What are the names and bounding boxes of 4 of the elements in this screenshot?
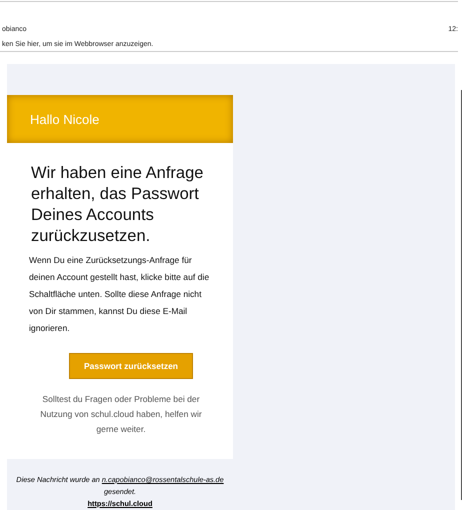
greeting-text: Hallo Nicole <box>30 112 100 126</box>
help-text: Solltest du Fragen oder Probleme bei der Nutzung von schul.cloud haben, helfen wir gerne weiter. <box>39 393 203 436</box>
email-body-text: Wenn Du eine Zurücksetzungs-Anfrage für deinen Account gestellt hast, klicke bitte auf die Schaltfläche unten. Sollte diese Anfrage nicht von Dir stammen, kannst Du diese E-Mail ignorieren. <box>29 254 210 335</box>
email-heading: Wir haben eine Anfrage erhalten, das Passwort Deines Accounts zurückzusetzen. <box>31 163 204 247</box>
